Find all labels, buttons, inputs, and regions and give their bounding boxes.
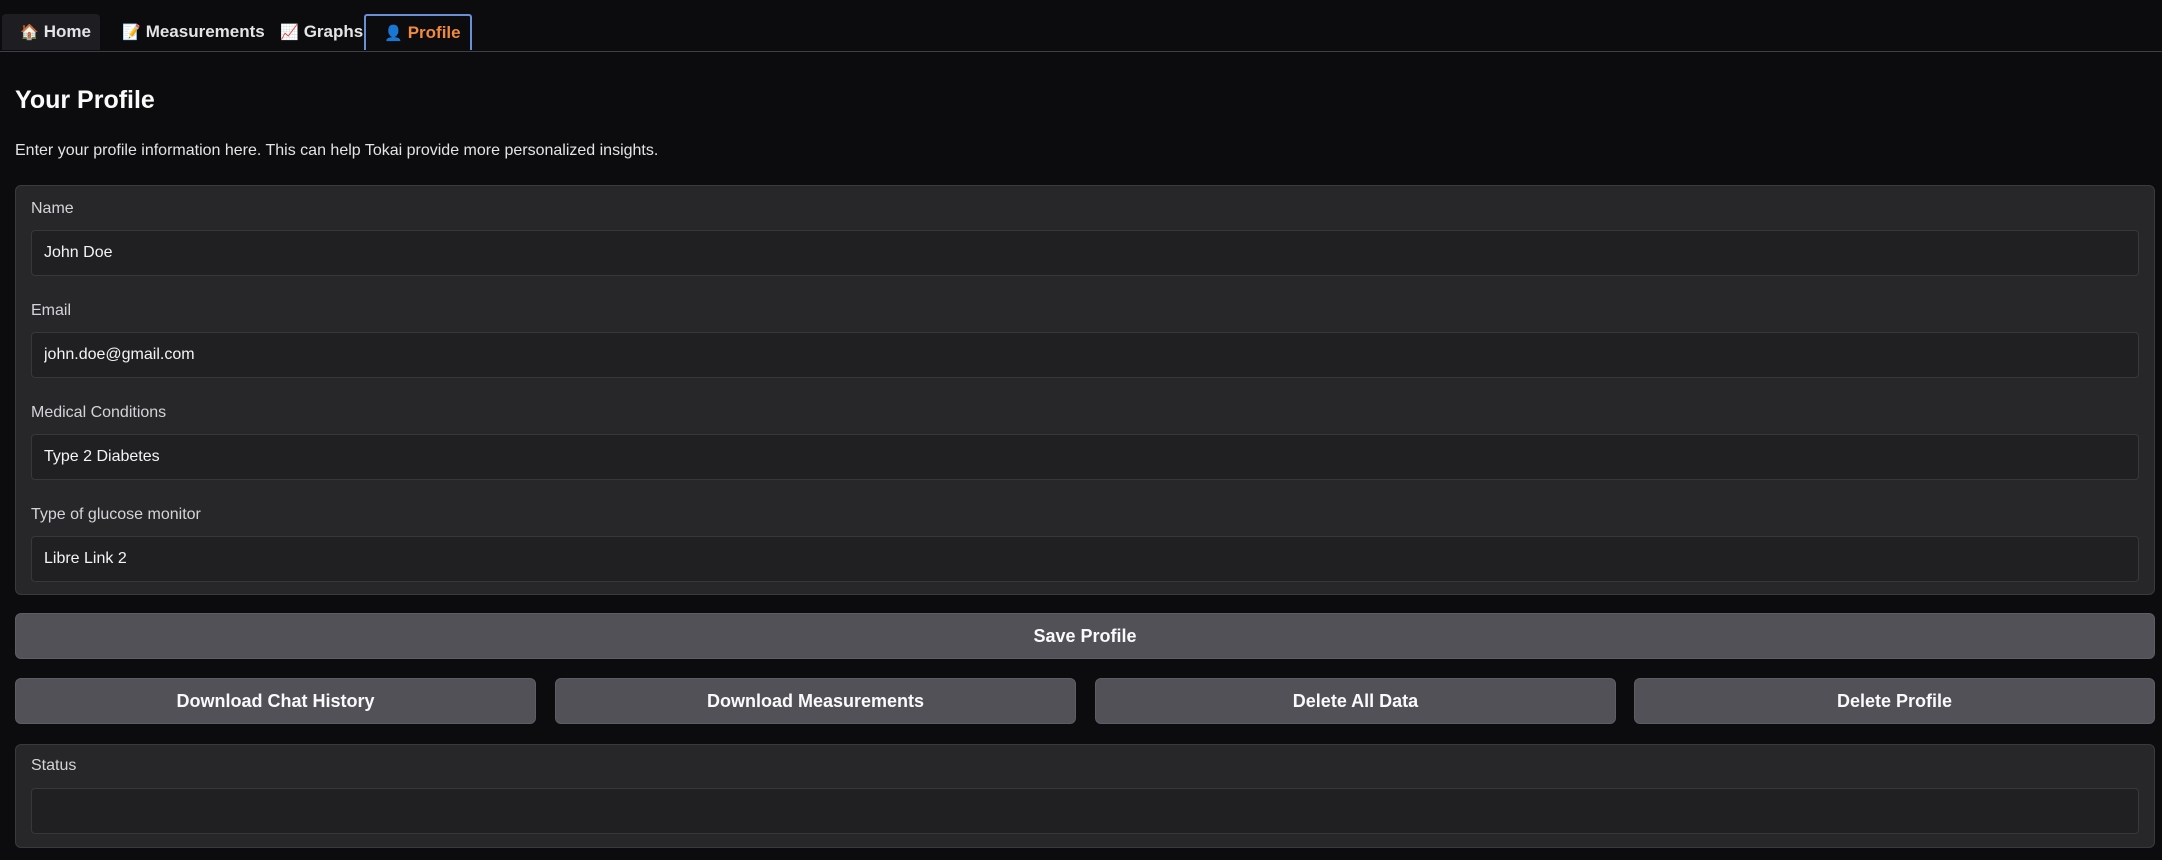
tab-profile[interactable]: 👤 Profile (364, 14, 472, 50)
email-label: Email (31, 302, 72, 319)
download-measurements-button[interactable]: Download Measurements (555, 678, 1076, 724)
name-label: Name (31, 200, 74, 217)
tab-graphs[interactable]: 📈 Graphs (262, 14, 364, 50)
tab-bar: 🏠 Home 📝 Measurements 📈 Graphs 👤 Profile (0, 0, 2162, 52)
medical-conditions-input[interactable] (31, 434, 2139, 480)
page-description: Enter your profile information here. Thi… (15, 142, 659, 159)
tab-graphs-label: Graphs (303, 22, 364, 41)
tab-home[interactable]: 🏠 Home (2, 14, 100, 50)
tab-home-label: Home (43, 22, 91, 41)
tab-measurements-label: Measurements (145, 22, 265, 41)
tab-profile-label: Profile (407, 23, 461, 42)
house-icon: 🏠 (20, 24, 39, 41)
email-input[interactable] (31, 332, 2139, 378)
save-profile-button[interactable]: Save Profile (15, 613, 2155, 659)
status-output[interactable] (31, 788, 2139, 834)
profile-form: Name Email Medical Conditions Type of gl… (15, 185, 2155, 595)
glucose-monitor-label: Type of glucose monitor (31, 506, 201, 523)
status-panel: Status (15, 744, 2155, 848)
status-label: Status (31, 757, 77, 774)
user-icon: 👤 (384, 25, 403, 42)
page-title: Your Profile (15, 86, 155, 114)
download-chat-history-button[interactable]: Download Chat History (15, 678, 536, 724)
delete-all-data-button[interactable]: Delete All Data (1095, 678, 1616, 724)
tab-measurements[interactable]: 📝 Measurements (104, 14, 265, 50)
medical-conditions-label: Medical Conditions (31, 404, 167, 421)
name-input[interactable] (31, 230, 2139, 276)
chart-icon: 📈 (280, 24, 299, 41)
glucose-monitor-input[interactable] (31, 536, 2139, 582)
memo-icon: 📝 (122, 24, 141, 41)
delete-profile-button[interactable]: Delete Profile (1634, 678, 2155, 724)
